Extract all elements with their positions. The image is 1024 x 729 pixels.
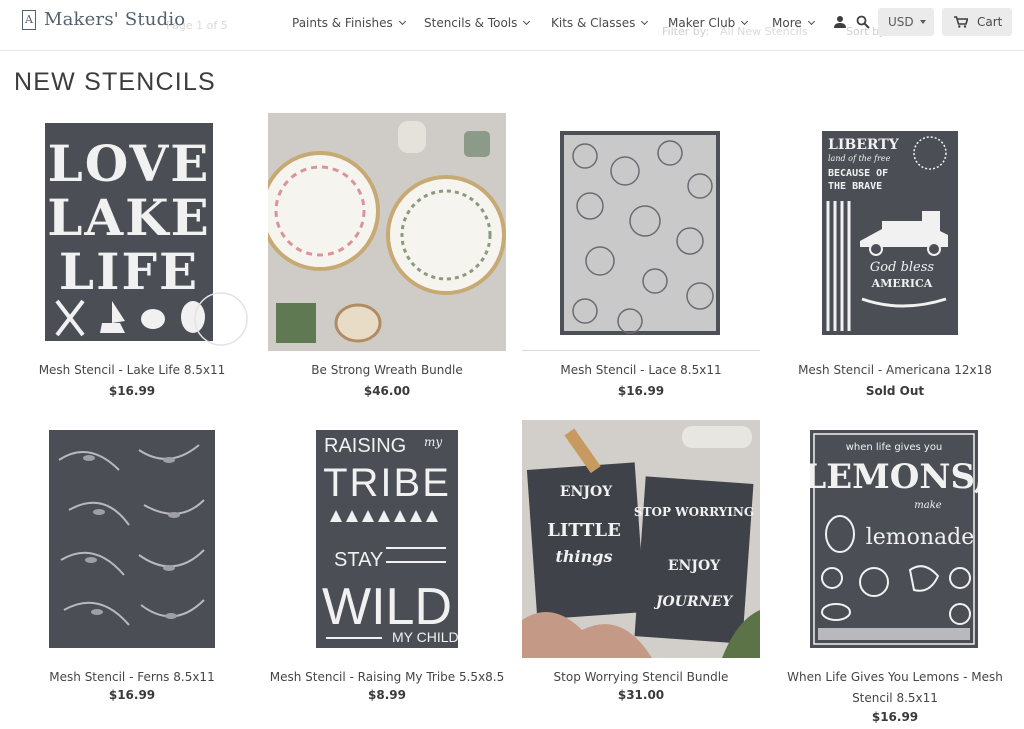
- product-image[interactable]: when life gives you LEMONS, make lemonad…: [776, 420, 1014, 658]
- cart-icon: [954, 16, 968, 28]
- currency-select[interactable]: USD: [878, 8, 934, 36]
- product-name[interactable]: Be Strong Wreath Bundle: [268, 360, 506, 381]
- art-text: ENJOY: [560, 484, 613, 500]
- stencil-artwork: LOVE LAKE LIFE: [45, 123, 213, 341]
- stencil-artwork: LIBERTY land of the free BECAUSE OF THE …: [822, 131, 958, 335]
- product-name[interactable]: Mesh Stencil - Lake Life 8.5x11: [13, 360, 251, 381]
- product-card-americana[interactable]: LIBERTY land of the free BECAUSE OF THE …: [776, 113, 1014, 403]
- product-price: $16.99: [871, 710, 919, 724]
- chevron-down-icon: [807, 17, 815, 25]
- product-name[interactable]: Mesh Stencil - Ferns 8.5x11: [13, 667, 251, 688]
- product-photo: ENJOY LITTLE things STOP WORRYING ENJOY …: [522, 420, 760, 658]
- nav-label: Stencils & Tools: [424, 16, 518, 30]
- product-price: $8.99: [368, 688, 406, 702]
- art-text: THE BRAVE: [828, 181, 882, 192]
- site-header: Page 1 of 5 Filter by: All New Stencils …: [0, 0, 1024, 51]
- product-price: $16.99: [108, 688, 156, 702]
- art-text: LOVE: [48, 134, 211, 193]
- art-text: land of the free: [828, 154, 891, 163]
- nav-more[interactable]: More: [772, 16, 815, 30]
- product-price: Sold Out: [865, 384, 925, 398]
- art-text: make: [914, 500, 942, 511]
- product-price: $46.00: [363, 384, 411, 398]
- nav-label: Maker Club: [668, 16, 736, 30]
- art-text: LIFE: [59, 242, 199, 301]
- product-photo: [268, 113, 506, 351]
- product-name[interactable]: Mesh Stencil - Raising My Tribe 5.5x8.5: [268, 667, 506, 688]
- nav-maker-club[interactable]: Maker Club: [668, 16, 749, 30]
- nav-kits-classes[interactable]: Kits & Classes: [551, 16, 649, 30]
- cart-label: Cart: [977, 15, 1003, 29]
- art-text: BECAUSE OF: [828, 168, 888, 179]
- art-text: TRIBE: [323, 461, 451, 505]
- store-logo[interactable]: A Makers' Studio: [22, 9, 185, 30]
- chevron-down-icon: [398, 17, 406, 25]
- currency-value: USD: [888, 15, 914, 29]
- art-text: RAISING: [324, 435, 406, 457]
- art-text: MY CHILD: [392, 629, 458, 645]
- product-image[interactable]: LOVE LAKE LIFE: [13, 113, 251, 351]
- product-price: $31.00: [617, 688, 665, 702]
- art-text: when life gives you: [846, 442, 943, 453]
- art-text: my: [424, 435, 442, 449]
- product-card-lace[interactable]: Mesh Stencil - Lace 8.5x11 $16.99: [522, 113, 760, 403]
- product-image[interactable]: RAISING my TRIBE STAY WILD MY CHILD: [268, 420, 506, 658]
- stencil-artwork: RAISING my TRIBE STAY WILD MY CHILD: [316, 430, 459, 648]
- stencil-artwork: [49, 430, 215, 648]
- product-card-lake-life[interactable]: LOVE LAKE LIFE Mesh Stencil - Lake Life …: [13, 113, 251, 403]
- product-card-stop-worrying[interactable]: ENJOY LITTLE things STOP WORRYING ENJOY …: [522, 420, 760, 720]
- product-price: $16.99: [108, 384, 156, 398]
- chevron-down-icon: [741, 17, 749, 25]
- art-text: things: [556, 547, 613, 566]
- user-icon[interactable]: [833, 15, 847, 29]
- art-text: LIBERTY: [828, 137, 900, 153]
- product-card-raising-tribe[interactable]: RAISING my TRIBE STAY WILD MY CHILD Mesh…: [268, 420, 506, 720]
- art-text: LITTLE: [547, 520, 621, 541]
- product-image[interactable]: [13, 420, 251, 658]
- product-card-lemons[interactable]: when life gives you LEMONS, make lemonad…: [776, 420, 1014, 724]
- art-text: WILD: [322, 578, 452, 636]
- page-title: NEW STENCILS: [14, 68, 216, 96]
- caret-down-icon: [920, 20, 926, 24]
- stencil-artwork: [560, 131, 720, 335]
- product-image[interactable]: [522, 113, 760, 351]
- product-image[interactable]: ENJOY LITTLE things STOP WORRYING ENJOY …: [522, 420, 760, 658]
- search-icon[interactable]: [856, 15, 870, 29]
- stencil-artwork: when life gives you LEMONS, make lemonad…: [802, 430, 986, 648]
- art-text: lemonade: [866, 525, 975, 550]
- product-image[interactable]: [268, 113, 506, 351]
- art-text: LAKE: [47, 188, 211, 247]
- product-price: $16.99: [617, 384, 665, 398]
- cart-button[interactable]: Cart: [942, 8, 1012, 36]
- nav-label: Kits & Classes: [551, 16, 636, 30]
- product-image[interactable]: LIBERTY land of the free BECAUSE OF THE …: [776, 113, 1014, 351]
- art-text: LEMONS,: [810, 457, 978, 497]
- logo-text: Makers' Studio: [44, 9, 186, 30]
- chevron-down-icon: [523, 17, 531, 25]
- product-name[interactable]: Mesh Stencil - Lace 8.5x11: [522, 360, 760, 381]
- product-name[interactable]: Stop Worrying Stencil Bundle: [522, 667, 760, 688]
- art-text: AMERICA: [871, 277, 933, 290]
- product-card-wreath-bundle[interactable]: Be Strong Wreath Bundle $46.00: [268, 113, 506, 403]
- product-name[interactable]: When Life Gives You Lemons - Mesh Stenci…: [776, 667, 1014, 709]
- nav-paints-finishes[interactable]: Paints & Finishes: [292, 16, 406, 30]
- product-card-ferns[interactable]: Mesh Stencil - Ferns 8.5x11 $16.99: [13, 420, 251, 720]
- art-text: God bless: [870, 260, 935, 275]
- art-text: JOURNEY: [653, 594, 734, 610]
- art-text: ENJOY: [668, 558, 721, 574]
- nav-label: More: [772, 16, 802, 30]
- chevron-down-icon: [641, 17, 649, 25]
- logo-mark: A: [22, 9, 36, 30]
- nav-label: Paints & Finishes: [292, 16, 393, 30]
- watermark-seal: [194, 292, 248, 346]
- art-text: STAY: [334, 549, 383, 571]
- art-text: STOP WORRYING: [634, 505, 754, 519]
- product-name[interactable]: Mesh Stencil - Americana 12x18: [776, 360, 1014, 381]
- nav-stencils-tools[interactable]: Stencils & Tools: [424, 16, 531, 30]
